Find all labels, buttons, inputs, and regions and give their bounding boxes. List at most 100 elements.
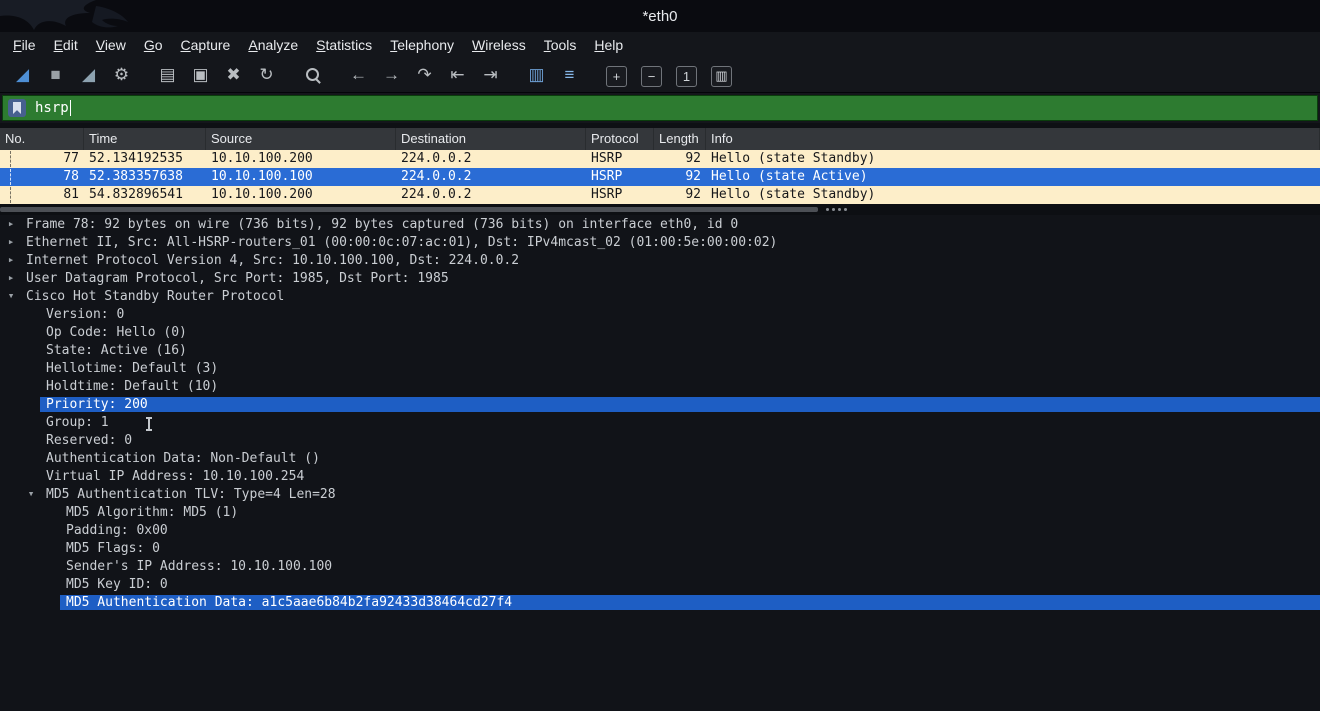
detail-row[interactable]: ▸Internet Protocol Version 4, Src: 10.10… [0, 253, 1320, 271]
capture-options-icon[interactable]: ⚙ [108, 62, 135, 88]
detail-row[interactable]: Authentication Data: Non-Default () [0, 451, 1320, 469]
toolbar-group [296, 62, 329, 88]
menu-capture[interactable]: Capture [172, 35, 240, 55]
menu-wireless[interactable]: Wireless [463, 35, 535, 55]
start-capture-icon[interactable]: ◢ [9, 62, 36, 88]
filter-bar: hsrp [0, 93, 1320, 123]
filter-bookmark-icon[interactable] [8, 99, 26, 117]
detail-row[interactable]: Virtual IP Address: 10.10.100.254 [0, 469, 1320, 487]
column-header-time[interactable]: Time [84, 128, 206, 150]
cell-protocol: HSRP [586, 168, 654, 186]
cell-length: 92 [654, 186, 706, 204]
detail-text: Virtual IP Address: 10.10.100.254 [40, 469, 1320, 484]
detail-text: Reserved: 0 [40, 433, 1320, 448]
stop-capture-icon[interactable]: ■ [42, 62, 69, 88]
collapse-arrow-icon[interactable]: ▾ [23, 487, 39, 500]
detail-row[interactable]: Op Code: Hello (0) [0, 325, 1320, 343]
detail-row[interactable]: ▸Ethernet II, Src: All-HSRP-routers_01 (… [0, 235, 1320, 253]
resize-columns-icon[interactable]: ▥ [711, 66, 732, 87]
column-header-protocol[interactable]: Protocol [586, 128, 654, 150]
collapse-arrow-icon[interactable]: ▾ [3, 289, 19, 302]
menu-file[interactable]: File [4, 35, 45, 55]
column-header-no[interactable]: No. [0, 128, 84, 150]
detail-row[interactable]: ▸User Datagram Protocol, Src Port: 1985,… [0, 271, 1320, 289]
column-header-source[interactable]: Source [206, 128, 396, 150]
restart-capture-icon[interactable]: ◢ [75, 62, 102, 88]
close-file-icon[interactable]: ✖ [220, 62, 247, 88]
reload-file-icon[interactable]: ↻ [253, 62, 280, 88]
detail-text: Ethernet II, Src: All-HSRP-routers_01 (0… [20, 235, 1320, 250]
menu-edit[interactable]: Edit [45, 35, 87, 55]
detail-row[interactable]: ▸Frame 78: 92 bytes on wire (736 bits), … [0, 217, 1320, 235]
menu-view[interactable]: View [87, 35, 135, 55]
go-first-packet-icon[interactable]: ⇤ [444, 62, 471, 88]
open-file-icon[interactable]: ▤ [154, 62, 181, 88]
detail-text: Op Code: Hello (0) [40, 325, 1320, 340]
pane-splitter-grip[interactable] [826, 208, 829, 211]
menu-analyze[interactable]: Analyze [239, 35, 307, 55]
cell-time: 54.832896541 [84, 186, 206, 204]
expand-arrow-icon[interactable]: ▸ [3, 253, 19, 266]
kali-logo [0, 0, 150, 32]
packet-row[interactable]: 7752.13419253510.10.100.200224.0.0.2HSRP… [0, 150, 1320, 168]
detail-text: Priority: 200 [40, 397, 1320, 412]
expand-arrow-icon[interactable]: ▸ [3, 217, 19, 230]
detail-row[interactable]: ▾Cisco Hot Standby Router Protocol [0, 289, 1320, 307]
detail-row[interactable]: State: Active (16) [0, 343, 1320, 361]
menu-telephony[interactable]: Telephony [381, 35, 463, 55]
scrollbar-thumb[interactable] [0, 207, 818, 212]
detail-row[interactable]: Padding: 0x00 [0, 523, 1320, 541]
detail-row[interactable]: MD5 Authentication Data: a1c5aae6b84b2fa… [0, 595, 1320, 613]
detail-text: MD5 Flags: 0 [60, 541, 1320, 556]
cell-protocol: HSRP [586, 186, 654, 204]
column-header-length[interactable]: Length [654, 128, 706, 150]
horizontal-scrollbar[interactable] [0, 204, 1320, 215]
cell-protocol: HSRP [586, 150, 654, 168]
menu-statistics[interactable]: Statistics [307, 35, 381, 55]
zoom-in-icon[interactable]: + [606, 66, 627, 87]
detail-row[interactable]: Version: 0 [0, 307, 1320, 325]
detail-row[interactable]: Reserved: 0 [0, 433, 1320, 451]
expand-arrow-icon[interactable]: ▸ [3, 235, 19, 248]
detail-row[interactable]: Priority: 200 [0, 397, 1320, 415]
detail-row[interactable]: MD5 Algorithm: MD5 (1) [0, 505, 1320, 523]
detail-row[interactable]: Hellotime: Default (3) [0, 361, 1320, 379]
go-last-packet-icon[interactable]: ⇥ [477, 62, 504, 88]
packet-row[interactable]: 7852.38335763810.10.100.100224.0.0.2HSRP… [0, 168, 1320, 186]
auto-scroll-icon[interactable]: ▥ [523, 62, 550, 88]
menu-help[interactable]: Help [585, 35, 632, 55]
cell-info: Hello (state Active) [706, 168, 1320, 186]
detail-row[interactable]: MD5 Key ID: 0 [0, 577, 1320, 595]
display-filter-input[interactable]: hsrp [2, 95, 1318, 121]
go-to-packet-icon[interactable]: ↷ [411, 62, 438, 88]
cell-source: 10.10.100.200 [206, 150, 396, 168]
zoom-out-icon[interactable]: − [641, 66, 662, 87]
cell-length: 92 [654, 168, 706, 186]
save-file-icon[interactable]: ▣ [187, 62, 214, 88]
column-header-info[interactable]: Info [706, 128, 1320, 150]
column-header-destination[interactable]: Destination [396, 128, 586, 150]
detail-row[interactable]: Group: 1 [0, 415, 1320, 433]
cell-no: 81 [0, 186, 84, 204]
colorize-icon[interactable]: ≡ [556, 62, 583, 88]
toolbar-group: ▥≡ [520, 62, 586, 88]
menu-tools[interactable]: Tools [535, 35, 586, 55]
detail-text: Version: 0 [40, 307, 1320, 322]
detail-row[interactable]: MD5 Flags: 0 [0, 541, 1320, 559]
menu-go[interactable]: Go [135, 35, 172, 55]
detail-text: Group: 1 [40, 415, 1320, 430]
cell-time: 52.134192535 [84, 150, 206, 168]
detail-text: Internet Protocol Version 4, Src: 10.10.… [20, 253, 1320, 268]
detail-row[interactable]: Holdtime: Default (10) [0, 379, 1320, 397]
detail-text: MD5 Key ID: 0 [60, 577, 1320, 592]
go-back-icon[interactable]: ← [345, 62, 372, 88]
detail-row[interactable]: Sender's IP Address: 10.10.100.100 [0, 559, 1320, 577]
cell-info: Hello (state Standby) [706, 150, 1320, 168]
detail-row[interactable]: ▾MD5 Authentication TLV: Type=4 Len=28 [0, 487, 1320, 505]
packet-row[interactable]: 8154.83289654110.10.100.200224.0.0.2HSRP… [0, 186, 1320, 204]
go-forward-icon[interactable]: → [378, 62, 405, 88]
find-packet-icon[interactable] [299, 62, 326, 88]
detail-text: User Datagram Protocol, Src Port: 1985, … [20, 271, 1320, 286]
zoom-100-icon[interactable]: 1 [676, 66, 697, 87]
expand-arrow-icon[interactable]: ▸ [3, 271, 19, 284]
